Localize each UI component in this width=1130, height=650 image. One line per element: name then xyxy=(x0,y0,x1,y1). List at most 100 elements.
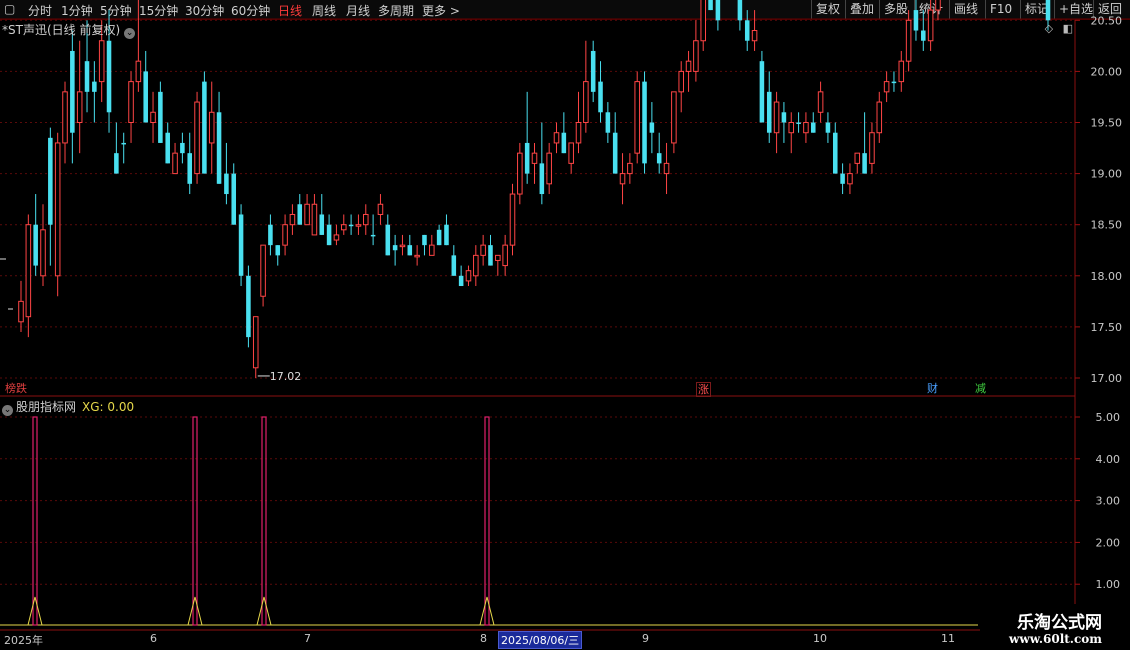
candle-body-down xyxy=(143,71,148,123)
candle-body-down xyxy=(180,142,185,154)
chevron-down-icon[interactable]: ⌄ xyxy=(124,28,136,39)
candle-body-up xyxy=(546,152,552,185)
watermark-title: 乐淘公式网 xyxy=(1017,613,1102,633)
candle-body-down xyxy=(612,132,618,174)
candle-body-up xyxy=(260,244,266,297)
xg-signal-bar xyxy=(484,416,490,626)
price-axis-label: 18.00 xyxy=(1091,270,1123,283)
candle-body-up xyxy=(517,152,523,195)
candle-body-up xyxy=(700,0,706,42)
candle-body-down xyxy=(832,132,838,174)
candle-body-up xyxy=(194,101,200,175)
xg-signal-bar xyxy=(261,416,267,626)
price-axis-label: 17.00 xyxy=(1091,372,1123,385)
candle-body-down xyxy=(766,91,772,133)
candle-body-down xyxy=(708,0,713,11)
candle-body-up xyxy=(803,122,809,134)
candle-body-down xyxy=(715,0,721,21)
candle-body-down xyxy=(121,142,126,145)
indicator-title: ⌄ 股朋指标网 XG: 0.00 xyxy=(2,398,134,416)
event-tag-finance[interactable]: 财 xyxy=(926,382,939,395)
candle-body-up xyxy=(282,224,288,246)
indicator-axis-label: 1.00 xyxy=(1096,578,1121,591)
candle-body-down xyxy=(642,81,647,164)
watermark-url: www.60lt.com xyxy=(1009,632,1102,646)
price-axis-label: 17.50 xyxy=(1091,321,1123,334)
candle-body-up xyxy=(876,101,883,134)
candle-body-up xyxy=(304,203,310,226)
candle-body-down xyxy=(385,224,391,256)
candle-body-down xyxy=(202,81,207,174)
date-label-year: 2025年 xyxy=(4,634,43,647)
candle-body-up xyxy=(473,254,479,277)
date-label-aug: 8 xyxy=(480,632,487,645)
date-label-nov: 11 xyxy=(941,632,955,645)
candle-body-up xyxy=(135,60,142,83)
candle-body-up xyxy=(25,224,32,318)
candle-body-down xyxy=(224,173,229,195)
event-tag-drop[interactable]: 榜跌 xyxy=(4,382,28,395)
candle-body-up xyxy=(773,101,780,134)
kline-chart[interactable]: 23.0022.5022.0021.5021.0020.5020.0019.50… xyxy=(0,0,1130,650)
candle-body-down xyxy=(561,132,567,154)
candle-body-up xyxy=(788,122,795,134)
chart-title: *ST声迅(日线 前复权) ⌄ xyxy=(2,21,136,39)
candle-body-down xyxy=(106,40,112,113)
candle-body-down xyxy=(444,224,449,246)
candle-body-down xyxy=(649,122,655,133)
candle-body-up xyxy=(634,81,640,154)
candle-body-up xyxy=(150,111,156,123)
candle-body-up xyxy=(663,162,670,175)
candle-body-down xyxy=(84,61,90,92)
candle-body-down xyxy=(458,275,464,287)
diamond-icon[interactable]: ◇ xyxy=(1045,22,1053,35)
candle-body-up xyxy=(927,9,934,42)
panel-toggle-icon[interactable]: ◧ xyxy=(1063,22,1073,35)
event-tag-reduce[interactable]: 减 xyxy=(974,382,987,395)
candle-body-up xyxy=(671,91,677,144)
candle-body-up xyxy=(627,162,633,175)
candle-body-down xyxy=(158,91,163,143)
candle-body-up xyxy=(619,173,626,185)
date-label-oct: 10 xyxy=(813,632,827,645)
candle-body-down xyxy=(656,153,662,164)
candle-body-up xyxy=(377,203,384,215)
candle-body-down xyxy=(216,112,222,184)
candle-body-up xyxy=(693,40,699,72)
candle-body-down xyxy=(422,234,427,246)
candle-body-up xyxy=(568,142,574,164)
candle-body-up xyxy=(289,213,296,226)
stock-title-text: *ST声迅(日线 前复权) xyxy=(2,23,121,37)
candle-body-down xyxy=(605,112,611,133)
candle-body-up xyxy=(502,244,508,267)
price-axis-label: 20.00 xyxy=(1091,65,1123,78)
candle-body-up xyxy=(76,91,83,123)
candle-body-down xyxy=(231,173,237,225)
xg-signal-peak xyxy=(479,596,495,626)
candle-body-up xyxy=(40,229,46,277)
candle-body-down xyxy=(275,245,281,256)
date-label-jun: 6 xyxy=(150,632,157,645)
xg-signal-peak xyxy=(187,596,203,626)
xg-signal-peak xyxy=(256,596,272,626)
candle-body-down xyxy=(737,0,743,21)
candle-body-down xyxy=(825,122,831,133)
indicator-axis-label: 5.00 xyxy=(1096,411,1121,424)
candle-body-up xyxy=(399,244,406,248)
candle-body-up xyxy=(678,70,684,93)
xg-signal-bar xyxy=(192,416,198,626)
candle-body-down xyxy=(326,224,332,246)
candle-body-down xyxy=(238,214,244,276)
event-tag-rise[interactable]: 涨 xyxy=(696,382,711,397)
price-axis-label: 20.50 xyxy=(1091,14,1123,27)
candle-body-down xyxy=(48,137,53,225)
candle-body-down xyxy=(921,30,926,41)
chevron-down-icon[interactable]: ⌄ xyxy=(2,405,13,416)
candle-body-up xyxy=(18,300,24,323)
candle-body-up xyxy=(333,234,340,241)
candle-body-up xyxy=(905,19,912,62)
candle-body-up xyxy=(172,152,178,175)
candle-body-down xyxy=(114,153,119,174)
candle-body-down xyxy=(392,245,398,251)
candle-body-down xyxy=(590,50,596,92)
